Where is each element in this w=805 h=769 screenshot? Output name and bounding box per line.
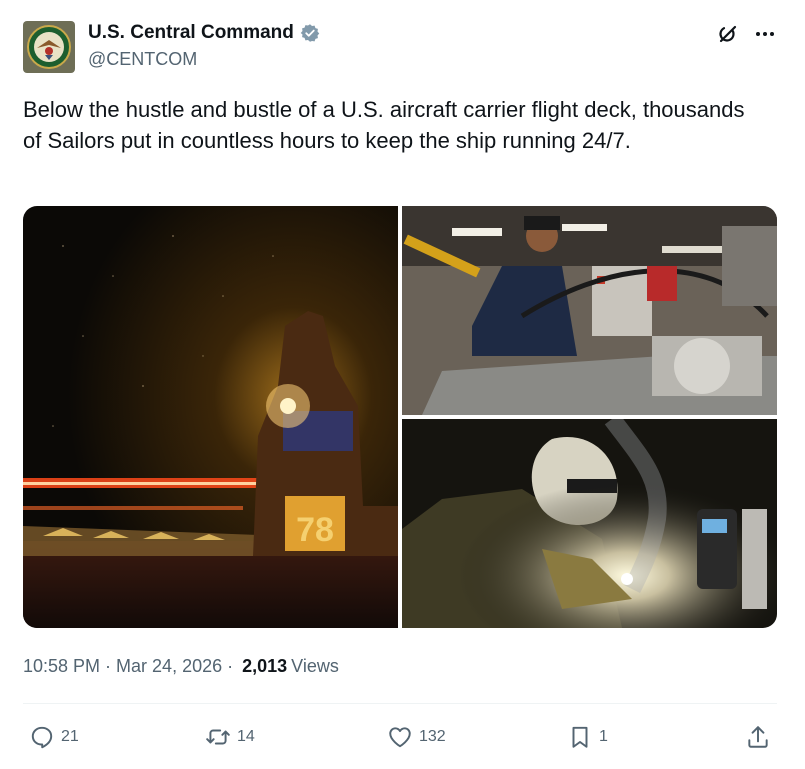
divider <box>23 703 777 704</box>
author-name-row[interactable]: U.S. Central Command <box>88 22 320 44</box>
media-grid: 78 <box>23 206 777 628</box>
views-count: 2,013 <box>242 656 288 676</box>
post-time[interactable]: 10:58 PM <box>23 656 100 677</box>
action-bar: 21 14 132 1 <box>23 720 777 754</box>
sailor-welding-photo[interactable] <box>402 419 777 628</box>
more-options-icon[interactable] <box>752 22 778 46</box>
heart-icon <box>389 727 411 748</box>
share-icon <box>748 726 768 748</box>
verified-badge-icon <box>300 24 320 42</box>
sailor-lathe-machine-shop-photo[interactable] <box>402 206 777 415</box>
author-handle[interactable]: @CENTCOM <box>88 49 197 70</box>
centcom-seal-icon <box>27 25 71 69</box>
author-display-name[interactable]: U.S. Central Command <box>88 22 294 44</box>
share-button[interactable] <box>745 720 771 754</box>
meta-separator: · <box>105 656 112 676</box>
repost-button[interactable]: 14 <box>205 720 255 754</box>
reply-count: 21 <box>61 728 79 745</box>
like-count: 132 <box>419 728 446 745</box>
bookmark-button[interactable]: 1 <box>567 720 608 754</box>
aircraft-carrier-night-photo[interactable]: 78 <box>23 206 398 628</box>
post-date[interactable]: Mar 24, 2026 <box>116 656 222 677</box>
grok-icon[interactable] <box>716 22 740 46</box>
post-text: Below the hustle and bustle of a U.S. ai… <box>23 97 745 153</box>
post: U.S. Central Command @CENTCOM Below the … <box>0 0 805 769</box>
repost-icon <box>206 729 230 745</box>
svg-text:78: 78 <box>296 511 334 549</box>
repost-count: 14 <box>237 728 255 745</box>
avatar[interactable] <box>23 21 75 73</box>
bookmark-icon <box>572 726 588 748</box>
post-meta: 10:58 PM · Mar 24, 2026 · 2,013 Views <box>23 656 339 677</box>
reply-button[interactable]: 21 <box>29 720 79 754</box>
meta-separator-2: · <box>227 656 234 676</box>
views-label: Views <box>291 656 339 676</box>
reply-icon <box>31 726 53 749</box>
bookmark-count: 1 <box>599 728 608 745</box>
like-button[interactable]: 132 <box>387 720 446 754</box>
